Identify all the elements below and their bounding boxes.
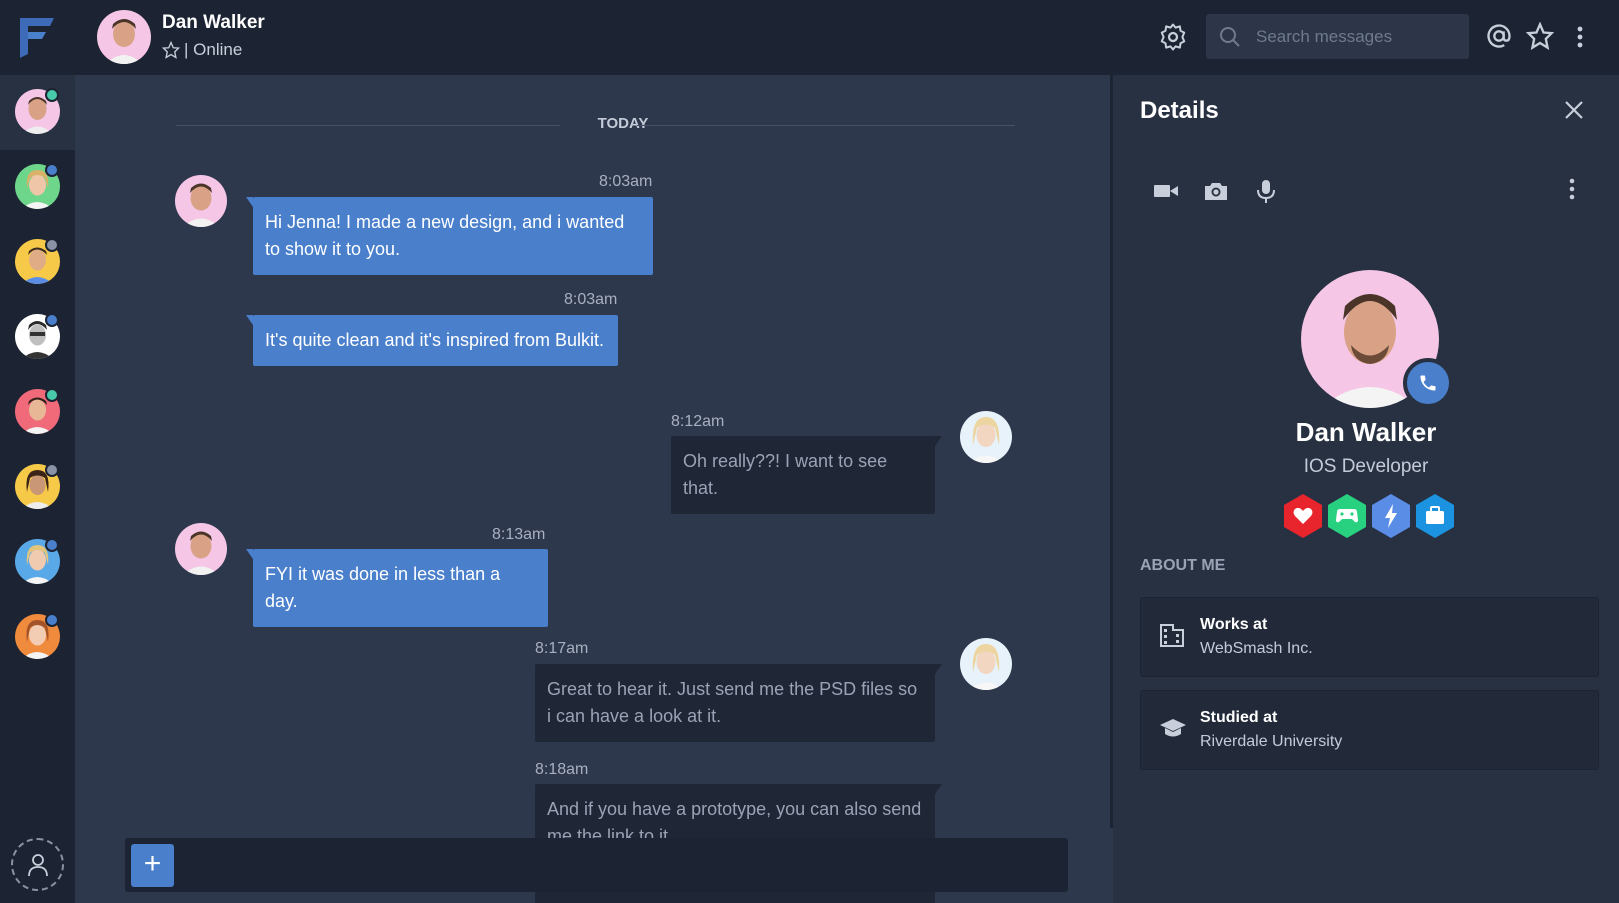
status-dot bbox=[45, 163, 59, 177]
graduation-cap-icon bbox=[1160, 719, 1186, 737]
details-more-icon[interactable] bbox=[1565, 175, 1579, 203]
status-dot bbox=[45, 313, 59, 327]
rail-contact[interactable] bbox=[0, 450, 75, 525]
add-attachment-button[interactable]: + bbox=[131, 844, 174, 887]
message-time: 8:12am bbox=[671, 413, 725, 430]
message-bubble[interactable]: It's quite clean and it's inspired from … bbox=[246, 315, 618, 366]
message-time: 8:03am bbox=[599, 173, 653, 190]
message-bubble[interactable]: Great to hear it. Just send me the PSD f… bbox=[535, 664, 942, 742]
works-at-title: Works at bbox=[1200, 616, 1268, 633]
status-dot bbox=[45, 613, 59, 627]
message-time: 8:18am bbox=[535, 761, 589, 778]
user-profile-button[interactable] bbox=[11, 838, 64, 891]
sender-avatar[interactable] bbox=[175, 523, 227, 575]
online-dot bbox=[45, 88, 59, 102]
rail-contact[interactable] bbox=[0, 525, 75, 600]
search-icon bbox=[1220, 27, 1240, 47]
message-bubble[interactable]: FYI it was done in less than a day. bbox=[246, 549, 548, 627]
search-input[interactable] bbox=[1256, 14, 1456, 59]
favorite-star-icon[interactable] bbox=[162, 41, 180, 59]
profile-name: Dan Walker bbox=[1295, 417, 1437, 447]
rail-contact[interactable] bbox=[0, 375, 75, 450]
search-box[interactable] bbox=[1206, 14, 1469, 59]
details-title: Details bbox=[1140, 97, 1219, 124]
studied-at-value: Riverdale University bbox=[1200, 733, 1343, 750]
status-dot bbox=[45, 538, 59, 552]
rail-contact[interactable] bbox=[0, 150, 75, 225]
self-avatar[interactable] bbox=[960, 638, 1012, 690]
message-bubble[interactable]: Hi Jenna! I made a new design, and i wan… bbox=[246, 197, 653, 275]
chat-area: TODAY 8:03am Hi Jenna! I made a new desi… bbox=[75, 75, 1113, 903]
studied-at-title: Studied at bbox=[1200, 709, 1278, 726]
rail-contact[interactable] bbox=[0, 225, 75, 300]
more-menu-icon[interactable] bbox=[1570, 22, 1590, 52]
call-button[interactable] bbox=[1403, 358, 1453, 408]
status-dot bbox=[45, 463, 59, 477]
day-divider-right bbox=[637, 125, 1015, 126]
studied-at-card[interactable]: Studied at Riverdale University bbox=[1140, 690, 1599, 770]
message-time: 8:03am bbox=[564, 291, 618, 308]
rail-contact[interactable] bbox=[0, 300, 75, 375]
gamepad-badge-icon[interactable] bbox=[1327, 493, 1367, 539]
message-composer[interactable]: + bbox=[125, 838, 1068, 892]
badge-list bbox=[1283, 493, 1463, 543]
self-avatar[interactable] bbox=[960, 411, 1012, 463]
sender-avatar[interactable] bbox=[175, 175, 227, 227]
camera-icon[interactable] bbox=[1202, 177, 1230, 205]
building-icon bbox=[1160, 624, 1184, 647]
header-status-text: | Online bbox=[184, 40, 243, 59]
settings-gear-icon[interactable] bbox=[1158, 22, 1188, 52]
phone-icon bbox=[1420, 375, 1436, 391]
close-icon[interactable] bbox=[1563, 99, 1585, 121]
briefcase-badge-icon[interactable] bbox=[1415, 493, 1455, 539]
rail-contact[interactable] bbox=[0, 600, 75, 675]
day-label: TODAY bbox=[597, 115, 649, 132]
message-time: 8:17am bbox=[535, 640, 589, 657]
bolt-badge-icon[interactable] bbox=[1371, 493, 1411, 539]
status-dot bbox=[45, 238, 59, 252]
online-dot bbox=[45, 388, 59, 402]
header-contact-name: Dan Walker bbox=[162, 12, 265, 33]
day-divider-left bbox=[176, 125, 560, 126]
works-at-card[interactable]: Works at WebSmash Inc. bbox=[1140, 597, 1599, 677]
top-bar: Dan Walker | Online bbox=[0, 0, 1619, 75]
rail-contact[interactable] bbox=[0, 75, 75, 150]
app-logo-icon[interactable] bbox=[18, 14, 56, 58]
user-icon bbox=[28, 854, 48, 877]
heart-badge-icon[interactable] bbox=[1283, 493, 1323, 539]
message-bubble[interactable]: Oh really??! I want to see that. bbox=[671, 436, 942, 514]
starred-star-icon[interactable] bbox=[1526, 22, 1554, 50]
video-call-icon[interactable] bbox=[1152, 177, 1180, 205]
contacts-rail bbox=[0, 75, 75, 903]
header-avatar[interactable] bbox=[97, 10, 151, 64]
microphone-icon[interactable] bbox=[1252, 177, 1280, 205]
profile-role: IOS Developer bbox=[1303, 456, 1429, 477]
details-panel: Details Dan Walker IOS Developer ABOUT M… bbox=[1113, 75, 1619, 903]
about-me-label: ABOUT ME bbox=[1140, 557, 1226, 574]
mentions-at-icon[interactable] bbox=[1485, 22, 1513, 50]
works-at-value: WebSmash Inc. bbox=[1200, 640, 1313, 657]
message-time: 8:13am bbox=[492, 526, 546, 543]
header-status: | Online bbox=[162, 40, 242, 60]
